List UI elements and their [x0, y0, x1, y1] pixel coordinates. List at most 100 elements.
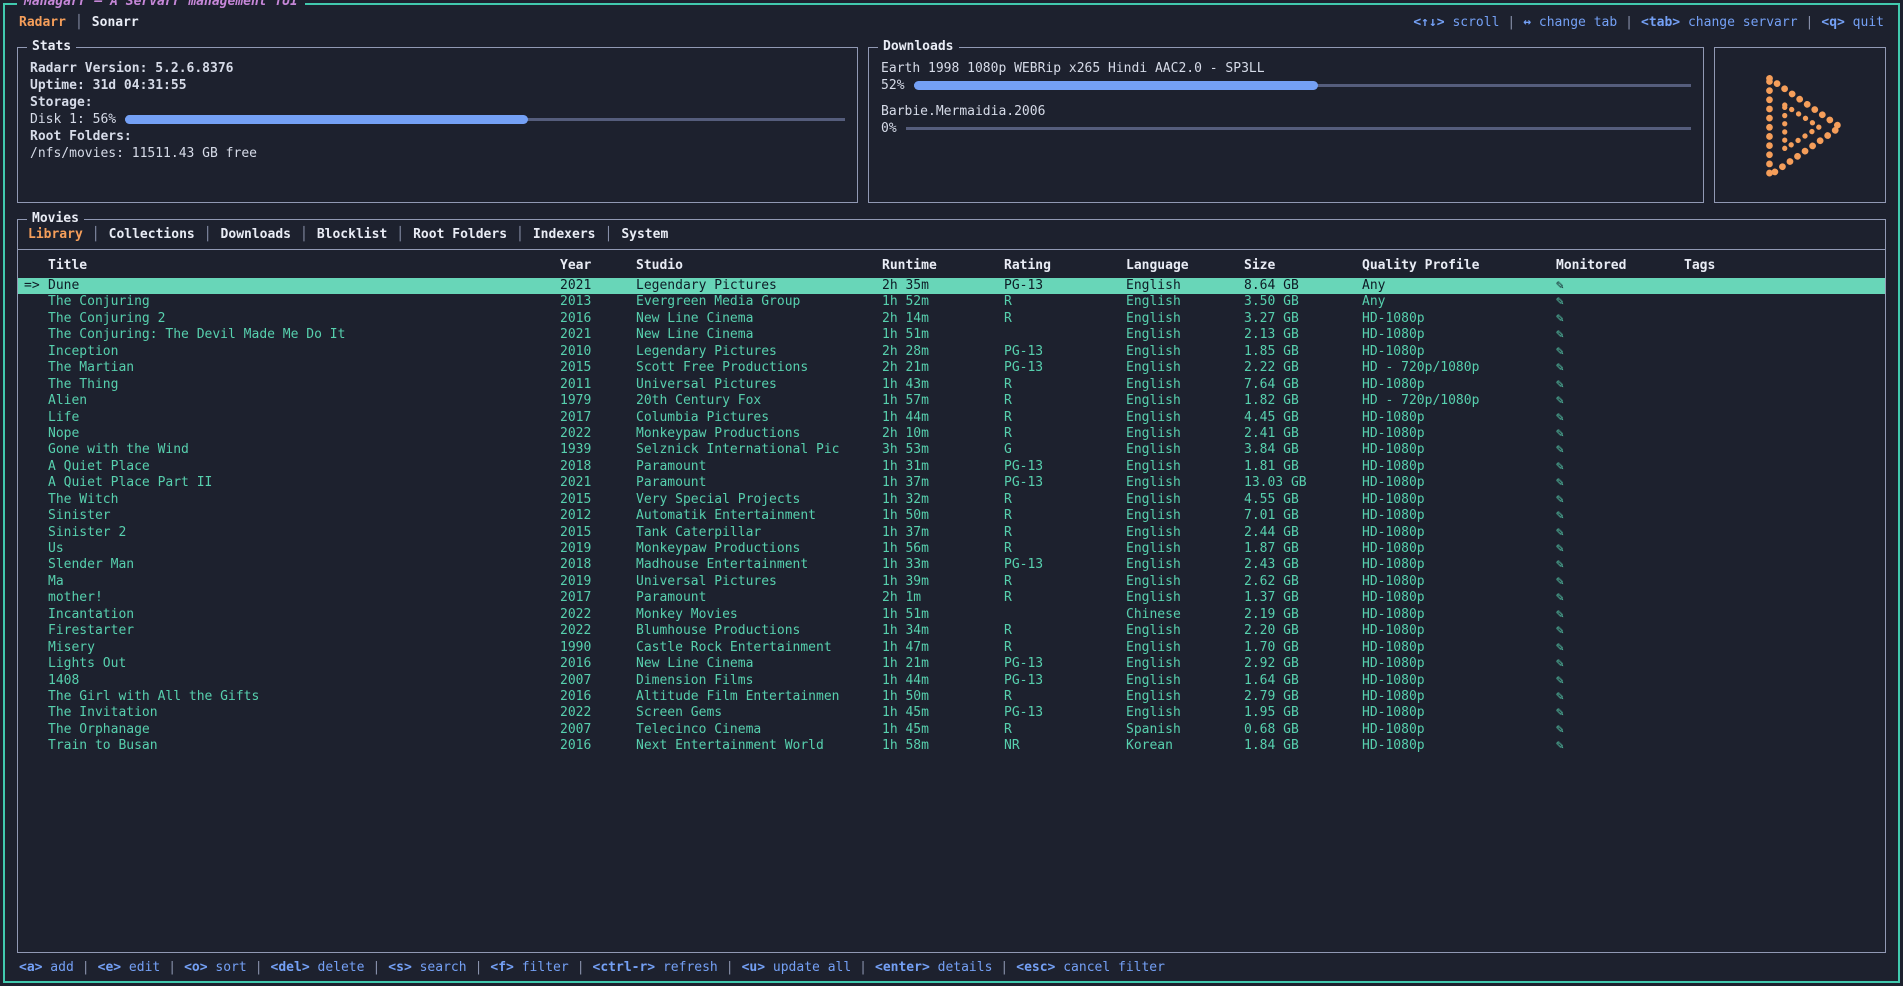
- column-header-rating: Rating: [1004, 258, 1126, 273]
- cell-rating: R: [1004, 377, 1126, 393]
- help-key: <f>: [490, 960, 513, 975]
- table-row[interactable]: Inception2010Legendary Pictures2h 28mPG-…: [18, 344, 1885, 360]
- cell-quality-profile: HD - 720p/1080p: [1362, 360, 1556, 376]
- table-row[interactable]: Sinister 22015Tank Caterpillar1h 37mREng…: [18, 525, 1885, 541]
- table-row[interactable]: 14082007Dimension Films1h 44mPG-13Englis…: [18, 673, 1885, 689]
- table-row[interactable]: The Conjuring2013Evergreen Media Group1h…: [18, 294, 1885, 310]
- cell-size: 2.19 GB: [1244, 607, 1362, 623]
- cell-size: 2.44 GB: [1244, 525, 1362, 541]
- uptime: Uptime: 31d 04:31:55: [30, 77, 845, 94]
- cell-size: 3.84 GB: [1244, 442, 1362, 458]
- cell-title: Lights Out: [48, 656, 560, 672]
- root-folder-free: /nfs/movies: 11511.43 GB free: [30, 145, 845, 162]
- movies-table-body[interactable]: =>Dune2021Legendary Pictures2h 35mPG-13E…: [18, 278, 1885, 952]
- cell-language: English: [1126, 590, 1244, 606]
- tab-collections[interactable]: Collections: [109, 227, 195, 242]
- cell-language: English: [1126, 327, 1244, 343]
- tab-root-folders[interactable]: Root Folders: [413, 227, 507, 242]
- monitored-icon: ✎: [1556, 344, 1684, 360]
- cell-quality-profile: HD-1080p: [1362, 377, 1556, 393]
- cell-rating: R: [1004, 590, 1126, 606]
- cell-language: English: [1126, 278, 1244, 294]
- managarr-logo-icon: [1742, 65, 1858, 189]
- table-row[interactable]: Us2019Monkeypaw Productions1h 56mREnglis…: [18, 541, 1885, 557]
- cell-language: English: [1126, 574, 1244, 590]
- table-row[interactable]: Train to Busan2016Next Entertainment Wor…: [18, 738, 1885, 754]
- table-row[interactable]: Incantation2022Monkey Movies1h 51mChines…: [18, 607, 1885, 623]
- tab-blocklist[interactable]: Blocklist: [317, 227, 387, 242]
- table-row[interactable]: Slender Man2018Madhouse Entertainment1h …: [18, 557, 1885, 573]
- table-row[interactable]: Lights Out2016New Line Cinema1h 21mPG-13…: [18, 656, 1885, 672]
- cell-quality-profile: HD-1080p: [1362, 557, 1556, 573]
- cell-rating: PG-13: [1004, 475, 1126, 491]
- cell-runtime: 1h 52m: [882, 294, 1004, 310]
- monitored-icon: ✎: [1556, 689, 1684, 705]
- cell-studio: 20th Century Fox: [636, 393, 882, 409]
- table-row[interactable]: mother!2017Paramount2h 1mREnglish1.37 GB…: [18, 590, 1885, 606]
- cell-rating: R: [1004, 722, 1126, 738]
- cell-title: Slender Man: [48, 557, 560, 573]
- table-row[interactable]: The Invitation2022Screen Gems1h 45mPG-13…: [18, 705, 1885, 721]
- cell-year: 2015: [560, 525, 636, 541]
- cell-title: Nope: [48, 426, 560, 442]
- help-key: <↑↓>: [1413, 15, 1444, 30]
- cell-studio: Universal Pictures: [636, 574, 882, 590]
- cell-size: 2.92 GB: [1244, 656, 1362, 672]
- tab-downloads[interactable]: Downloads: [221, 227, 291, 242]
- table-row[interactable]: Firestarter2022Blumhouse Productions1h 3…: [18, 623, 1885, 639]
- tab-indexers[interactable]: Indexers: [533, 227, 596, 242]
- cell-year: 2015: [560, 492, 636, 508]
- cell-studio: Tank Caterpillar: [636, 525, 882, 541]
- tab-library[interactable]: Library: [28, 227, 83, 242]
- cell-title: Firestarter: [48, 623, 560, 639]
- table-row[interactable]: The Witch2015Very Special Projects1h 32m…: [18, 492, 1885, 508]
- help-key: <s>: [388, 960, 411, 975]
- table-row[interactable]: The Martian2015Scott Free Productions2h …: [18, 360, 1885, 376]
- table-row[interactable]: A Quiet Place2018Paramount1h 31mPG-13Eng…: [18, 459, 1885, 475]
- table-row[interactable]: Misery1990Castle Rock Entertainment1h 47…: [18, 640, 1885, 656]
- tab-separator: │: [300, 227, 308, 242]
- servarr-tab-radarr[interactable]: Radarr: [19, 15, 66, 30]
- cell-language: Spanish: [1126, 722, 1244, 738]
- gauge-fill: [125, 115, 528, 124]
- monitored-icon: ✎: [1556, 640, 1684, 656]
- cell-rating: R: [1004, 541, 1126, 557]
- column-header-year: Year: [560, 258, 636, 273]
- cell-year: 2019: [560, 574, 636, 590]
- cell-year: 1939: [560, 442, 636, 458]
- top-panels: Stats Radarr Version: 5.2.6.8376 Uptime:…: [17, 47, 1886, 203]
- cell-quality-profile: HD-1080p: [1362, 689, 1556, 705]
- cell-title: Gone with the Wind: [48, 442, 560, 458]
- downloads-panel-title: Downloads: [878, 39, 958, 54]
- table-row[interactable]: Life2017Columbia Pictures1h 44mREnglish4…: [18, 410, 1885, 426]
- table-row[interactable]: Gone with the Wind1939Selznick Internati…: [18, 442, 1885, 458]
- cell-runtime: 2h 21m: [882, 360, 1004, 376]
- table-row[interactable]: The Conjuring: The Devil Made Me Do It20…: [18, 327, 1885, 343]
- cell-runtime: 1h 34m: [882, 623, 1004, 639]
- cell-runtime: 3h 53m: [882, 442, 1004, 458]
- table-row[interactable]: Sinister2012Automatik Entertainment1h 50…: [18, 508, 1885, 524]
- cell-runtime: 1h 21m: [882, 656, 1004, 672]
- tab-system[interactable]: System: [621, 227, 668, 242]
- table-row[interactable]: The Conjuring 22016New Line Cinema2h 14m…: [18, 311, 1885, 327]
- cell-studio: New Line Cinema: [636, 327, 882, 343]
- servarr-tab-sonarr[interactable]: Sonarr: [92, 15, 139, 30]
- cell-year: 2010: [560, 344, 636, 360]
- logo-panel: [1714, 47, 1886, 203]
- cell-title: Alien: [48, 393, 560, 409]
- download-name: Earth 1998 1080p WEBRip x265 Hindi AAC2.…: [881, 60, 1691, 77]
- table-row[interactable]: A Quiet Place Part II2021Paramount1h 37m…: [18, 475, 1885, 491]
- table-row[interactable]: Ma2019Universal Pictures1h 39mREnglish2.…: [18, 574, 1885, 590]
- table-row[interactable]: The Girl with All the Gifts2016Altitude …: [18, 689, 1885, 705]
- window-title: Managarr — A Servarr management TUI: [17, 0, 305, 9]
- cell-language: English: [1126, 459, 1244, 475]
- table-row[interactable]: Alien197920th Century Fox1h 57mREnglish1…: [18, 393, 1885, 409]
- cell-year: 2016: [560, 689, 636, 705]
- table-row[interactable]: =>Dune2021Legendary Pictures2h 35mPG-13E…: [18, 278, 1885, 294]
- table-row[interactable]: Nope2022Monkeypaw Productions2h 10mREngl…: [18, 426, 1885, 442]
- cell-title: Sinister 2: [48, 525, 560, 541]
- download-item: Barbie.Mermaidia.2006 0%: [881, 103, 1691, 137]
- managarr-logo: [1742, 65, 1858, 189]
- table-row[interactable]: The Orphanage2007Telecinco Cinema1h 45mR…: [18, 722, 1885, 738]
- table-row[interactable]: The Thing2011Universal Pictures1h 43mREn…: [18, 377, 1885, 393]
